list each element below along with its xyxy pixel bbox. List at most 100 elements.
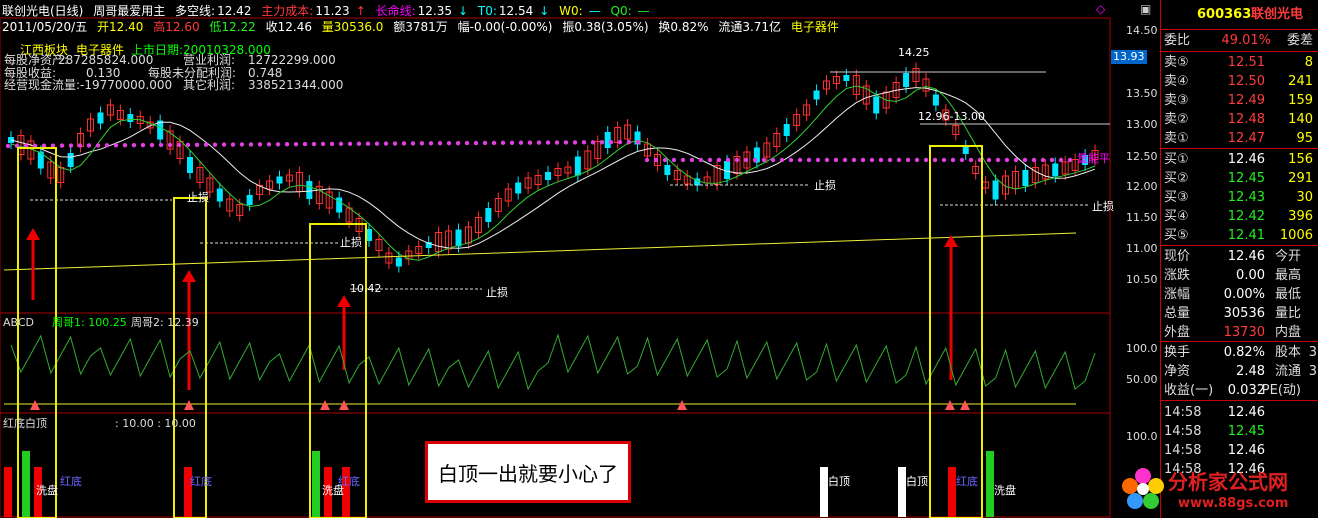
dot-line-point: [752, 157, 758, 163]
signal-bar: [948, 467, 956, 517]
dot-line-point: [203, 142, 209, 147]
watermark: 分析家公式网 www.88gs.com: [1120, 462, 1318, 518]
w0-arrow-icon: —: [588, 4, 601, 18]
ask-volume: 159: [1288, 93, 1313, 108]
dot-line-point: [572, 140, 578, 145]
ask-row: 卖③ 12.49 159: [1161, 91, 1318, 110]
candle-body: [932, 94, 939, 106]
dot-line-point: [131, 142, 137, 148]
bid-price: 12.42: [1227, 209, 1265, 224]
tick-row: 14:58 12.45: [1161, 422, 1318, 441]
candle-body: [992, 180, 999, 200]
ask-row: 卖② 12.48 140: [1161, 110, 1318, 129]
stock-title[interactable]: 联创光电(日线): [2, 4, 83, 18]
info-line3-label: 经营现金流量:: [4, 78, 81, 92]
dot-line-point: [761, 157, 767, 163]
tick-price: 12.46: [1227, 405, 1265, 420]
stat2-value2: 3: [1308, 345, 1317, 360]
price-tick: 14.50: [1126, 24, 1158, 37]
candle-body: [574, 156, 581, 176]
dot-line-point: [473, 140, 479, 146]
panel3-title: 红底白顶: [3, 417, 47, 430]
cost-label: 主力成本:: [261, 4, 314, 18]
bid-volume: 1006: [1279, 228, 1313, 243]
diamond-icon[interactable]: ◇: [1096, 2, 1105, 16]
stat-value: 30536: [1223, 306, 1265, 321]
stat-label: 现价: [1164, 249, 1191, 264]
dot-line-point: [896, 157, 902, 163]
stock-code: 600363: [1197, 7, 1252, 22]
osc-tick: 100.0: [1126, 342, 1158, 355]
candle-body: [515, 182, 522, 194]
ask-price: 12.47: [1227, 131, 1265, 146]
ask-volume: 95: [1296, 131, 1313, 146]
candle-body: [724, 161, 731, 179]
dot-line-point: [608, 139, 614, 145]
candle-body: [873, 96, 880, 114]
signal-tag: 白顶: [828, 475, 850, 488]
dot-line-point: [194, 142, 200, 147]
dot-line-point: [302, 141, 308, 147]
dot-line-point: [878, 157, 884, 163]
candle-body: [216, 188, 223, 202]
dot-line-point: [500, 140, 506, 146]
candle-body: [127, 114, 134, 122]
bid-volume: 30: [1296, 190, 1313, 205]
dot-line-point: [635, 139, 641, 145]
amount: 额3781万: [393, 20, 448, 34]
stat-label2: 最高: [1274, 268, 1301, 283]
stat-row: 涨幅 0.00% 最低: [1161, 285, 1318, 304]
dot-line-point: [140, 142, 146, 148]
stat2-label2: 股本: [1274, 345, 1301, 360]
callout-note: 白顶一出就要小心了: [425, 441, 631, 503]
turnover: 换0.82%: [658, 20, 709, 34]
info-line1-value: 287285824.000: [58, 53, 154, 67]
duokong-label: 多空线:: [175, 4, 216, 18]
dot-line-point: [707, 157, 713, 163]
dot-line-point: [365, 141, 371, 146]
signal-tag: 洗盘: [994, 484, 1016, 497]
life-arrow-icon: ↓: [457, 4, 469, 18]
open: 开12.40: [97, 20, 144, 34]
bid-volume: 156: [1288, 152, 1313, 167]
sector: 电子器件: [790, 20, 839, 34]
dot-line-point: [275, 142, 281, 147]
bid-row: 买① 12.46 156: [1161, 150, 1318, 169]
price-tick: 13.50: [1126, 87, 1158, 100]
price-tick: 11.50: [1126, 211, 1158, 224]
stat-label: 涨跌: [1164, 268, 1191, 283]
dot-line-point: [527, 140, 533, 145]
dot-line-point: [284, 142, 290, 147]
dot-line-point: [221, 142, 227, 147]
dot-line-point: [5, 143, 11, 149]
bid-label: 买②: [1164, 171, 1189, 186]
stat2-value: 0.82%: [1223, 345, 1265, 360]
dot-line-point: [239, 142, 245, 147]
current-price-tag: 13.93: [1111, 50, 1147, 64]
tick-time: 14:58: [1164, 443, 1202, 458]
dot-line-point: [932, 157, 938, 163]
dot-line-point: [563, 140, 569, 145]
restore-icon[interactable]: ▣: [1140, 2, 1151, 16]
dot-line-point: [248, 142, 254, 147]
dot-line-point: [923, 157, 929, 163]
dot-line-point: [662, 157, 668, 163]
stat2-label2: PE(动): [1261, 383, 1301, 398]
stock-name: 联创光电: [1251, 7, 1304, 22]
range-label: 12.96-13.00: [918, 110, 985, 123]
life-label: 长命线:: [375, 4, 416, 18]
change: 幅-0.00(-0.00%): [457, 20, 553, 34]
dot-line-point: [833, 157, 839, 163]
close: 收12.46: [265, 20, 312, 34]
dot-line-point: [617, 139, 623, 145]
dot-line-point: [995, 157, 1001, 163]
dot-line-point: [446, 140, 452, 146]
dot-line-point: [743, 157, 749, 163]
dot-line-point: [311, 141, 317, 147]
price-tick: 13.00: [1126, 118, 1158, 131]
dot-line-point: [536, 140, 542, 145]
weicha-label: 委差: [1286, 33, 1313, 48]
dot-line-point: [428, 141, 434, 146]
stat-label2: 内盘: [1274, 325, 1301, 340]
indicator-name[interactable]: 周哥最爱用主: [93, 4, 165, 18]
